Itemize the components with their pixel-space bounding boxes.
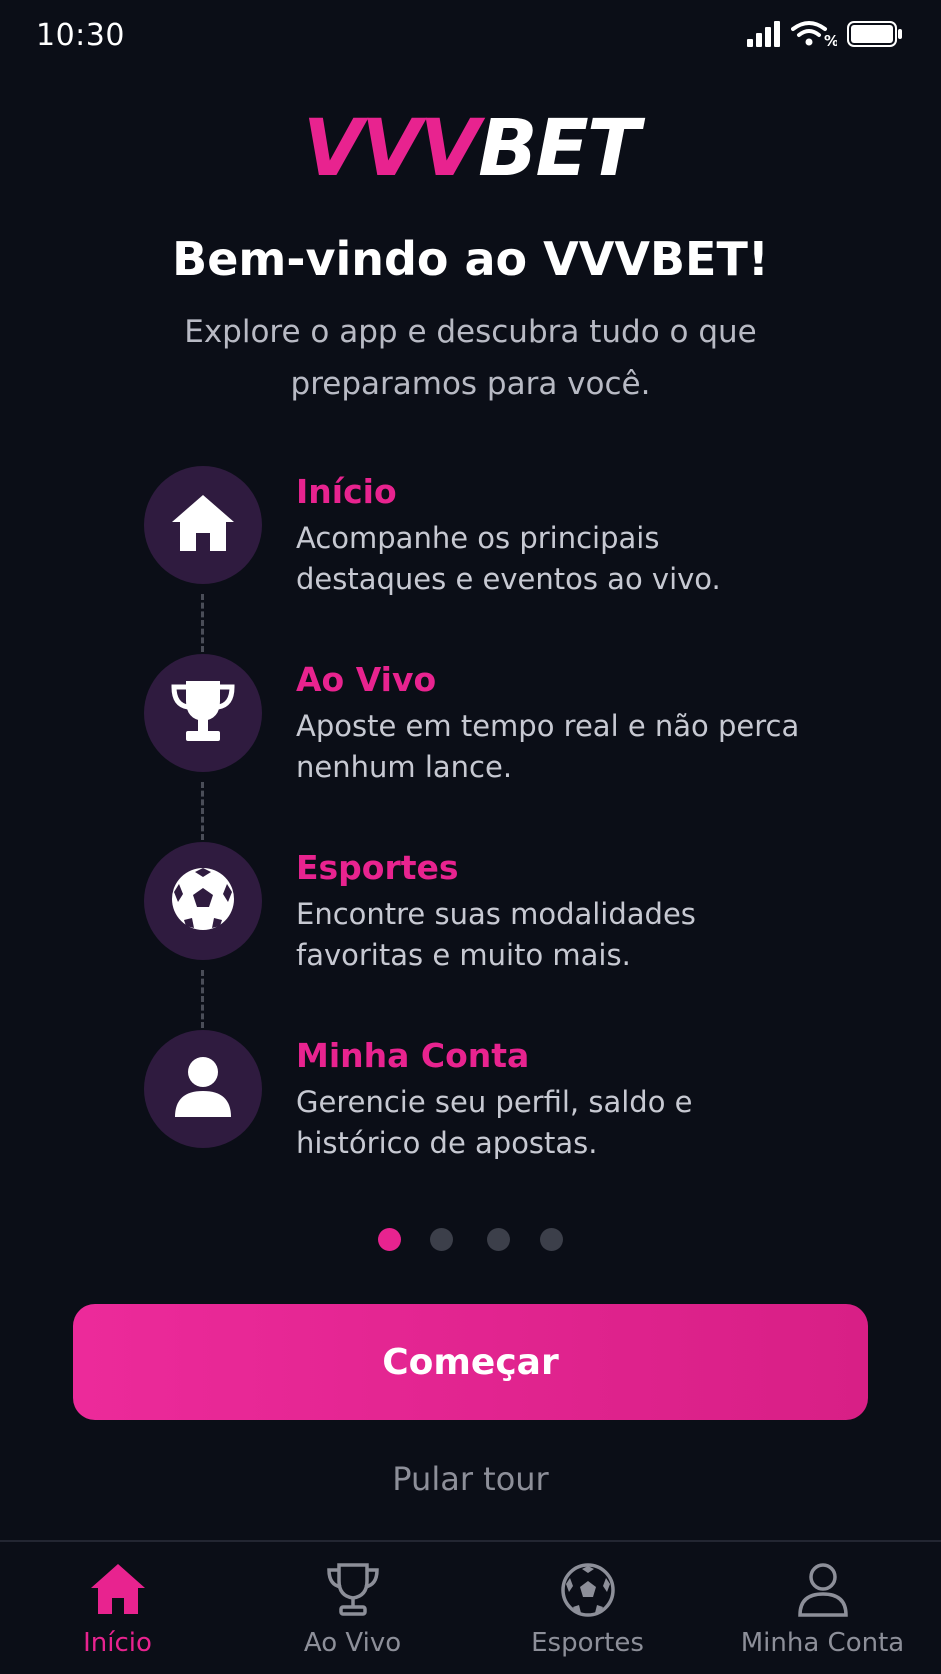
vvvbet-logo: VVVBET	[0, 104, 941, 194]
nav-label: Início	[83, 1628, 152, 1658]
user-icon	[796, 1562, 850, 1622]
welcome-title: Bem-vindo ao VVVBET!	[172, 232, 769, 286]
feature-title: Início	[296, 472, 397, 511]
pagination-dot-4[interactable]	[540, 1228, 563, 1251]
signal-icon	[747, 21, 781, 47]
pagination-dot-1[interactable]	[378, 1228, 401, 1251]
feature-item-esportes: Esportes Encontre suas modalidades favor…	[144, 842, 844, 972]
logo-part-1: VVV	[302, 104, 480, 194]
status-icons: %	[747, 20, 903, 48]
nav-item-esportes[interactable]: Esportes	[470, 1542, 705, 1674]
feature-item-inicio: Início Acompanhe os principais destaques…	[144, 466, 844, 596]
nav-item-inicio[interactable]: Início	[0, 1542, 235, 1674]
feature-item-ao-vivo: Ao Vivo Aposte em tempo real e não perca…	[144, 654, 844, 784]
logo-part-2: BET	[478, 104, 640, 194]
feature-connector	[201, 782, 204, 840]
welcome-subtitle: Explore o app e descubra tudo o que prep…	[184, 314, 757, 402]
nav-item-ao-vivo[interactable]: Ao Vivo	[235, 1542, 470, 1674]
feature-icon-circle	[144, 842, 262, 960]
feature-icon-circle	[144, 466, 262, 584]
pagination-dot-3[interactable]	[487, 1228, 510, 1251]
feature-connector	[201, 594, 204, 652]
svg-text:%: %	[824, 32, 837, 48]
feature-description: Gerencie seu perfil, saldo e histórico d…	[296, 1085, 693, 1160]
soccer-ball-icon	[560, 1562, 616, 1622]
feature-item-minha-conta: Minha Conta Gerencie seu perfil, saldo e…	[144, 1030, 844, 1160]
feature-icon-circle	[144, 1030, 262, 1148]
bottom-nav: Início Ao Vivo Esportes Minha Conta	[0, 1540, 941, 1674]
status-time: 10:30	[36, 18, 125, 53]
soccer-ball-icon	[170, 866, 236, 936]
feature-description: Aposte em tempo real e não perca nenhum …	[296, 709, 800, 784]
pagination-dots	[0, 1228, 941, 1252]
nav-label: Ao Vivo	[303, 1628, 402, 1658]
wifi-icon: %	[791, 20, 837, 48]
nav-label: Esportes	[531, 1628, 644, 1658]
battery-icon	[847, 21, 903, 47]
feature-icon-circle	[144, 654, 262, 772]
user-icon	[173, 1055, 233, 1123]
feature-description: Acompanhe os principais destaques e even…	[296, 521, 721, 596]
pagination-dot-2[interactable]	[430, 1228, 453, 1251]
trophy-icon	[324, 1562, 382, 1620]
feature-connector	[201, 970, 204, 1028]
home-icon	[170, 493, 236, 557]
nav-label: Minha Conta	[740, 1628, 905, 1658]
nav-item-minha-conta[interactable]: Minha Conta	[705, 1542, 940, 1674]
trophy-icon	[170, 679, 236, 747]
feature-title: Ao Vivo	[296, 660, 437, 699]
start-button[interactable]: Começar	[73, 1304, 868, 1420]
feature-title: Esportes	[296, 848, 459, 887]
status-bar: 10:30 %	[0, 0, 941, 80]
home-icon	[89, 1562, 147, 1620]
skip-tour-link[interactable]: Pular tour	[0, 1460, 941, 1498]
feature-description: Encontre suas modalidades favoritas e mu…	[296, 897, 696, 972]
feature-title: Minha Conta	[296, 1036, 530, 1075]
